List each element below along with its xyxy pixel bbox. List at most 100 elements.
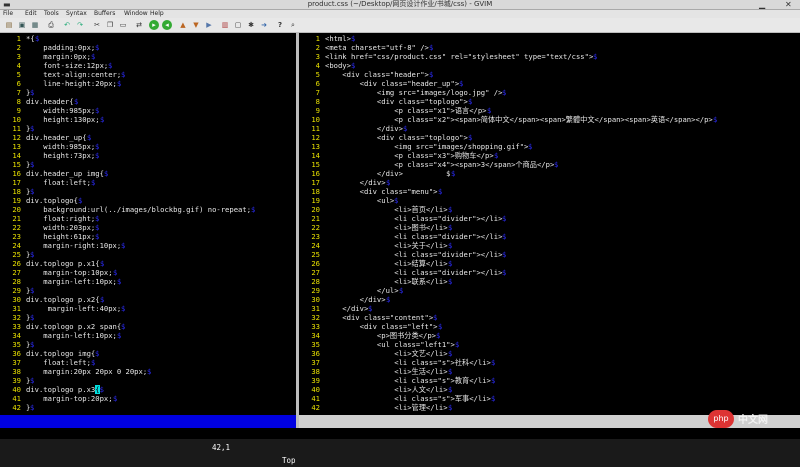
menu-syntax[interactable]: Syntax [66,10,87,18]
code-text[interactable]: <p class="x4"><span>3</span>个商品</p> [325,160,554,169]
code-text[interactable]: <li class="divider"></li> [325,232,502,241]
code-text[interactable]: <li class="divider"></li> [325,214,502,223]
code-text[interactable]: width:203px; [26,223,95,232]
code-text[interactable]: margin:20px 20px 0 20px; [26,367,147,376]
find-next-icon[interactable]: ▸ [149,20,159,30]
code-text[interactable]: <img src="images/shopping.gif"> [325,142,528,151]
menu-file[interactable]: File [3,10,13,18]
code-text[interactable]: <li>关于</li> [325,241,447,250]
code-text[interactable]: <p class="x1">语言</p> [325,106,486,115]
code-text[interactable]: float:left; [26,178,91,187]
save-session-icon[interactable]: ▼ [191,20,201,30]
code-text[interactable]: div.header_up img{ [26,169,104,178]
code-text[interactable]: <li>结算</li> [325,259,447,268]
code-text[interactable]: <li class="s">社科</li> [325,358,491,367]
shell-icon[interactable]: ▢ [233,20,243,30]
code-text[interactable]: text-align:center; [26,70,121,79]
code-text[interactable]: width:985px; [26,106,95,115]
menu-buffers[interactable]: Buffers [94,10,115,18]
menu-tools[interactable]: Tools [44,10,59,18]
code-text[interactable]: div.toplogo{ [26,196,78,205]
code-text[interactable]: <li>管理</li> [325,403,447,412]
code-text[interactable]: <li class="divider"></li> [325,250,502,259]
code-text[interactable]: <body> [325,61,351,70]
code-text[interactable]: <div class="header_up"> [325,79,460,88]
code-text[interactable]: </div> [325,124,403,133]
find-help-icon[interactable]: ⌕ [288,20,298,30]
code-text[interactable]: margin-left:40px; [26,304,122,313]
code-text[interactable]: margin-left:10px; [26,331,117,340]
save-all-icon[interactable]: ▦ [30,20,40,30]
cut-icon[interactable]: ✂ [92,20,102,30]
left-editor-pane[interactable]: 1 *{$2 padding:0px; $3 margin:0px; $4 font-… [0,33,296,415]
code-text[interactable]: <li>图书</li> [325,223,447,232]
code-text[interactable]: margin-top:10px; [26,268,112,277]
run-script-icon[interactable]: ▶ [204,20,214,30]
code-text[interactable]: <p class="x3">购物车</p> [325,151,493,160]
code-text[interactable]: div.toplogo p.x1{ [26,259,100,268]
open-icon[interactable]: ▤ [4,20,14,30]
code-text[interactable]: <li>文艺</li> [325,349,447,358]
tags-icon[interactable]: ✱ [246,20,256,30]
code-text[interactable]: margin-right:10px; [26,241,121,250]
paste-icon[interactable]: ▭ [118,20,128,30]
menu-edit[interactable]: Edit [25,10,37,18]
load-session-icon[interactable]: ▲ [178,20,188,30]
undo-icon[interactable]: ↶ [62,20,72,30]
code-text[interactable]: height:130px; [26,115,99,124]
code-text[interactable]: <ul> [325,196,394,205]
code-text[interactable]: <li>联系</li> [325,277,447,286]
code-text[interactable]: <html> [325,34,351,43]
code-text[interactable]: <div class="toplogo"> [325,133,468,142]
code-text[interactable]: *{ [26,34,35,43]
code-text[interactable]: <div class="toplogo"> [325,97,468,106]
redo-icon[interactable]: ↷ [75,20,85,30]
make-icon[interactable]: ▥ [220,20,230,30]
copy-icon[interactable]: ❐ [105,20,115,30]
code-text[interactable]: height:61px; [26,232,95,241]
code-text[interactable]: <ul class="left1"> [325,340,455,349]
code-text[interactable]: height:73px; [26,151,95,160]
jump-tag-icon[interactable]: ➜ [259,20,269,30]
save-icon[interactable]: ▣ [17,20,27,30]
code-text[interactable]: div.toplogo img{ [26,349,95,358]
code-text[interactable]: font-size:12px; [26,61,108,70]
code-text[interactable]: div.header_up{ [26,133,87,142]
code-text[interactable]: </div> $ [325,169,451,178]
code-text[interactable]: margin-left:10px; [26,277,117,286]
help-icon[interactable]: ? [275,20,285,30]
code-text[interactable]: padding:0px; [26,43,95,52]
code-text[interactable]: float:right; [26,214,95,223]
code-text[interactable]: <p>图书分类</p> [325,331,436,340]
code-text[interactable]: background:url(../images/blockbg.gif) no… [26,205,251,214]
code-text[interactable]: margin-top:20px; [26,394,112,403]
code-text[interactable]: <div class="left"> [325,322,438,331]
code-text[interactable]: <div class="header"> [325,70,429,79]
find-prev-icon[interactable]: ◂ [162,20,172,30]
code-text[interactable]: <li>首页</li> [325,205,447,214]
code-text[interactable]: </ul> [325,286,399,295]
code-text[interactable]: <link href="css/product.css" rel="styles… [325,52,593,61]
code-text[interactable]: <p class="x2"><span>简体中文</span><span>繁體中… [325,115,713,124]
code-text[interactable]: <img src="images/logo.jpg" /> [325,88,503,97]
code-text[interactable]: div.toplogo p.x2 span{ [26,322,121,331]
code-text[interactable]: line-height:20px; [26,79,117,88]
code-text[interactable]: <div class="menu"> [325,187,438,196]
code-text[interactable]: </div> [325,295,386,304]
code-text[interactable]: margin:0px; [26,52,91,61]
menu-help[interactable]: Help [150,10,164,18]
code-text[interactable]: width:985px; [26,142,95,151]
code-text[interactable]: div.toplogo p.x2{ [26,295,100,304]
code-text[interactable]: </div> [325,304,368,313]
replace-icon[interactable]: ⇄ [134,20,144,30]
code-text[interactable]: </div> [325,178,386,187]
code-text[interactable]: <li class="s">教育</li> [325,376,491,385]
code-text[interactable]: <meta charset="utf-8" /> [325,43,429,52]
menu-window[interactable]: Window [124,10,148,18]
command-line[interactable] [0,428,800,439]
close-icon[interactable]: ✕ [785,0,792,9]
print-icon[interactable]: ⎙ [46,20,56,30]
code-text[interactable]: <li class="divider"></li> [325,268,502,277]
right-editor-pane[interactable]: 1 <html> $2 <meta charset="utf-8" /> $3 <link… [299,33,800,415]
code-text[interactable]: div.header{ [26,97,74,106]
